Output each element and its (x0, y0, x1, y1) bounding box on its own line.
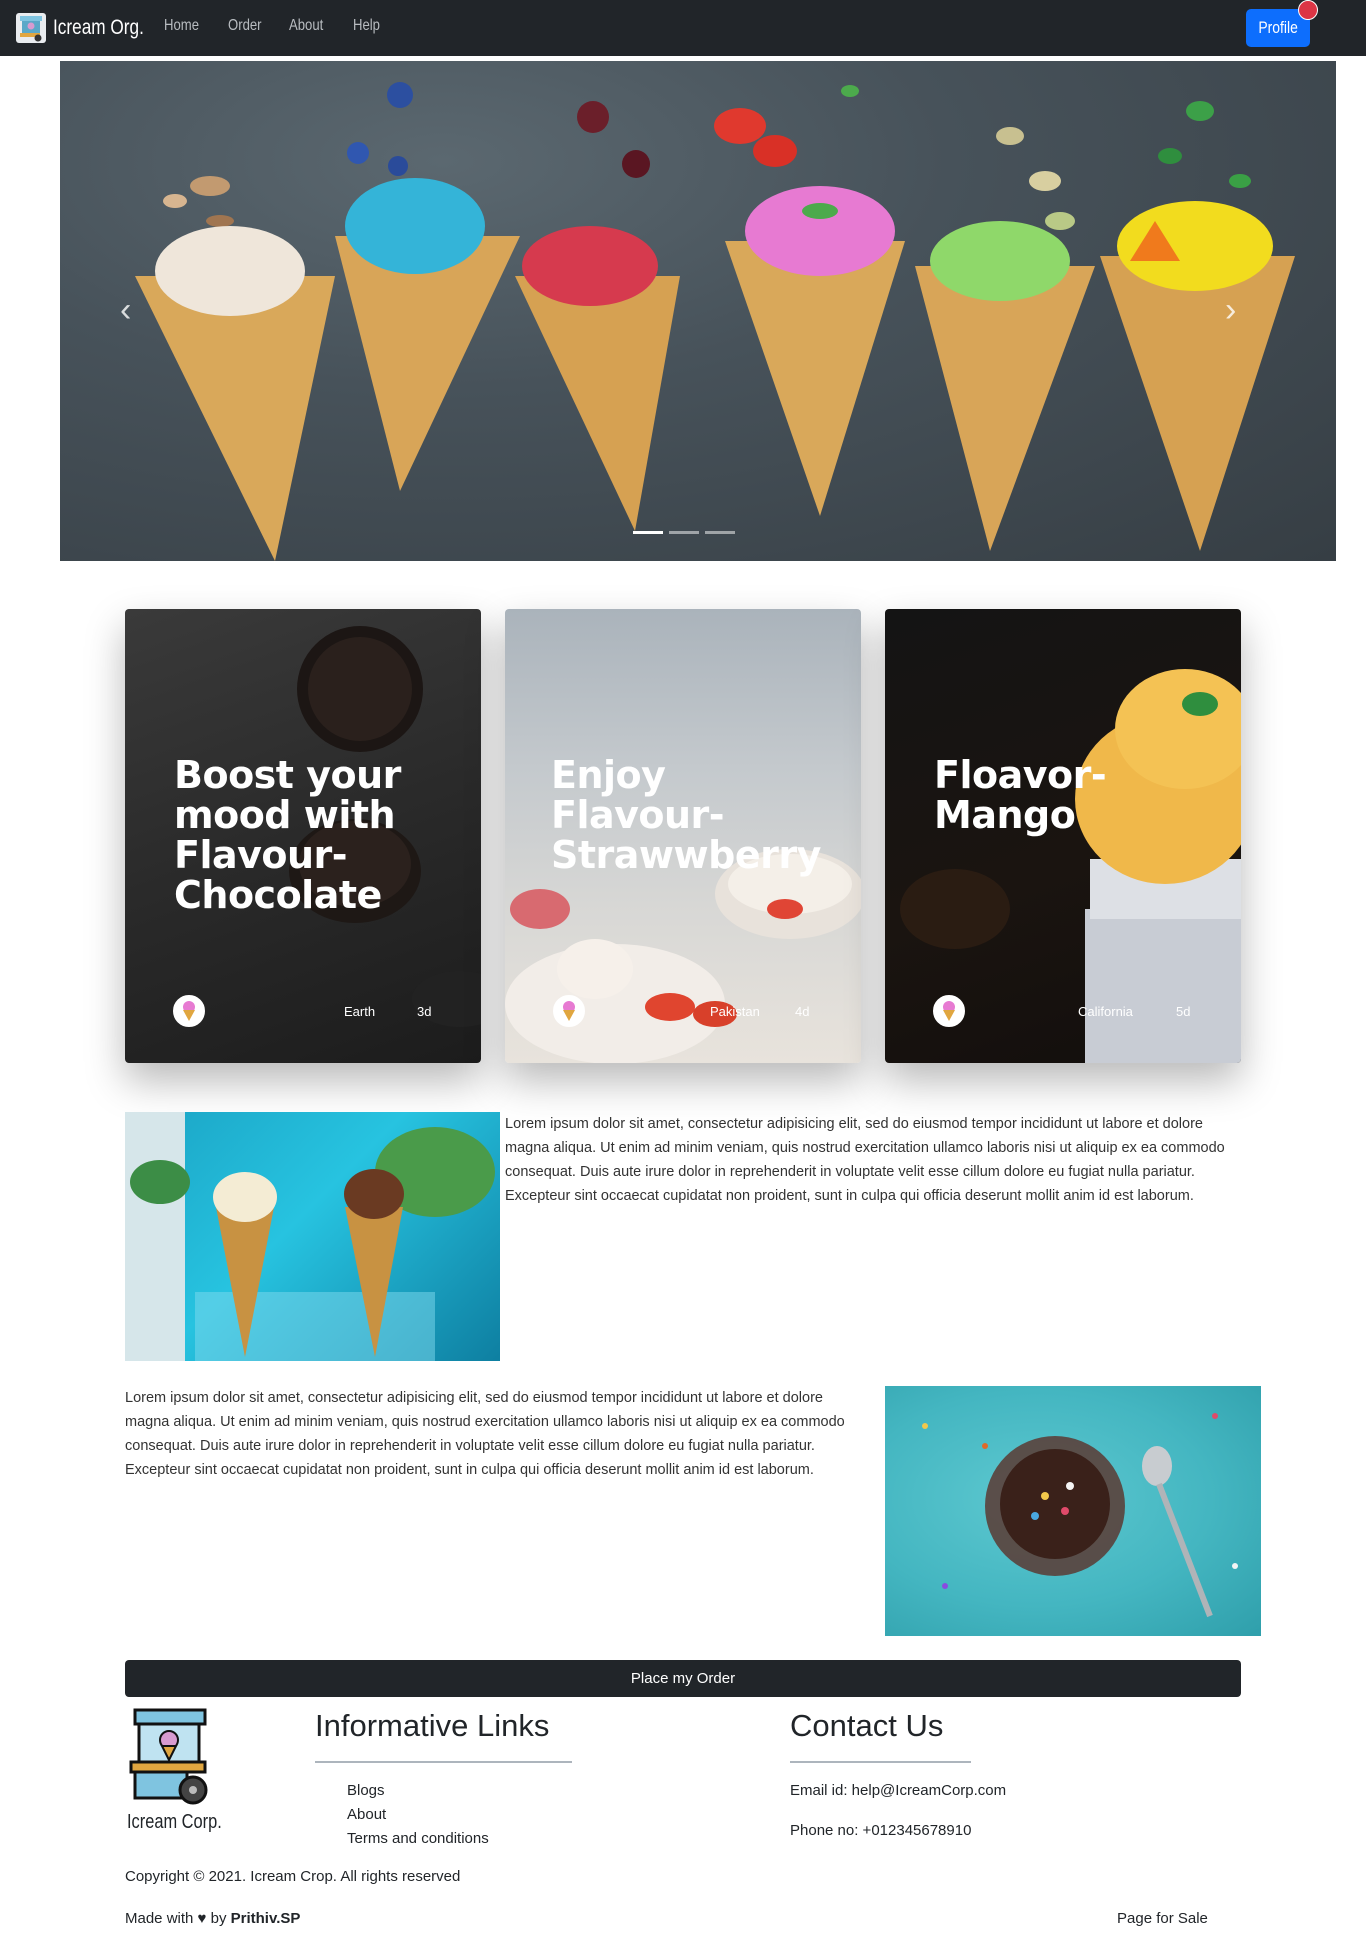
footer-page-for-sale[interactable]: Page for Sale (1117, 1910, 1208, 1927)
card-mango[interactable]: Floavor-Mango California 5d (885, 609, 1241, 1063)
brand-logo-icon (16, 13, 46, 43)
nav-link-order[interactable]: Order (228, 17, 267, 35)
brand-name: Icream Org. (53, 16, 144, 39)
footer-author[interactable]: Prithiv.SP (231, 1910, 301, 1927)
carousel-indicator-1[interactable] (633, 531, 663, 534)
card-chocolate-time: 3d (417, 1004, 432, 1019)
profile-button-label: Profile (1258, 18, 1298, 37)
footer-link-blogs[interactable]: Blogs (347, 1782, 385, 1799)
ice-cream-cones-stand-image (125, 1112, 500, 1361)
card-chocolate-avatar (173, 995, 205, 1027)
ice-cream-cones-image (135, 82, 1295, 561)
place-order-label: Place my Order (630, 1670, 736, 1687)
carousel-indicators (633, 531, 741, 534)
card-chocolate-location: Earth (344, 1004, 376, 1019)
card-mango-time: 5d (1176, 1004, 1191, 1019)
card-chocolate[interactable]: Boost your mood with Flavour-Chocolate E… (125, 609, 481, 1063)
card-strawberry[interactable]: Enjoy Flavour-Strawwberry Pakistan 4d (505, 609, 861, 1063)
card-chocolate-footer: Earth 3d (173, 995, 433, 1027)
nav-link-about[interactable]: About (289, 17, 330, 35)
place-order-button[interactable]: Place my Order (125, 1660, 1241, 1697)
carousel-prev-icon[interactable]: ‹ (120, 291, 131, 330)
navbar: Icream Org. Home Order About Help Profil… (0, 0, 1366, 56)
nav-links: Home Order About Help (164, 17, 407, 35)
ice-cream-jar-image (885, 1386, 1261, 1636)
footer-links-heading: Informative Links (315, 1708, 550, 1743)
notification-badge (1298, 0, 1318, 20)
footer-link-about[interactable]: About (347, 1806, 386, 1823)
footer-link-terms[interactable]: Terms and conditions (347, 1830, 489, 1847)
footer-links-divider (315, 1761, 572, 1763)
carousel-indicator-3[interactable] (705, 531, 735, 534)
card-strawberry-time: 4d (795, 1004, 810, 1019)
footer-made-with: Made with ♥ by Prithiv.SP (125, 1910, 300, 1927)
footer-contact-heading: Contact Us (790, 1708, 944, 1743)
brand-link[interactable]: Icream Org. (16, 12, 164, 44)
carousel-next-icon[interactable]: › (1225, 291, 1236, 330)
intro-paragraph-1: Lorem ipsum dolor sit amet, consectetur … (505, 1116, 1225, 1204)
hero-carousel: ‹ › (60, 61, 1336, 561)
footer-logo-icon (127, 1704, 217, 1812)
card-strawberry-avatar (553, 995, 585, 1027)
nav-link-help[interactable]: Help (353, 17, 386, 35)
nav-link-home[interactable]: Home (164, 17, 205, 35)
footer-copyright: Copyright © 2021. Icream Crop. All right… (125, 1868, 461, 1885)
card-mango-avatar (933, 995, 965, 1027)
footer-brand: Icream Corp. (127, 1811, 222, 1833)
card-mango-footer: California 5d (933, 995, 1193, 1027)
card-chocolate-title: Boost your mood with Flavour-Chocolate (174, 753, 401, 917)
footer-contact-divider (790, 1761, 971, 1763)
card-mango-location: California (1078, 1004, 1133, 1019)
footer-phone: Phone no: +012345678910 (790, 1822, 972, 1839)
card-strawberry-location: Pakistan (710, 1004, 760, 1019)
intro-paragraph-2: Lorem ipsum dolor sit amet, consectetur … (125, 1390, 845, 1478)
card-mango-title: Floavor-Mango (934, 753, 1107, 837)
card-strawberry-title: Enjoy Flavour-Strawwberry (551, 753, 821, 877)
card-strawberry-footer: Pakistan 4d (553, 995, 813, 1027)
footer-made-with-prefix: Made with ♥ by (125, 1910, 231, 1927)
carousel-indicator-2[interactable] (669, 531, 699, 534)
footer-email: Email id: help@IcreamCorp.com (790, 1782, 1007, 1799)
